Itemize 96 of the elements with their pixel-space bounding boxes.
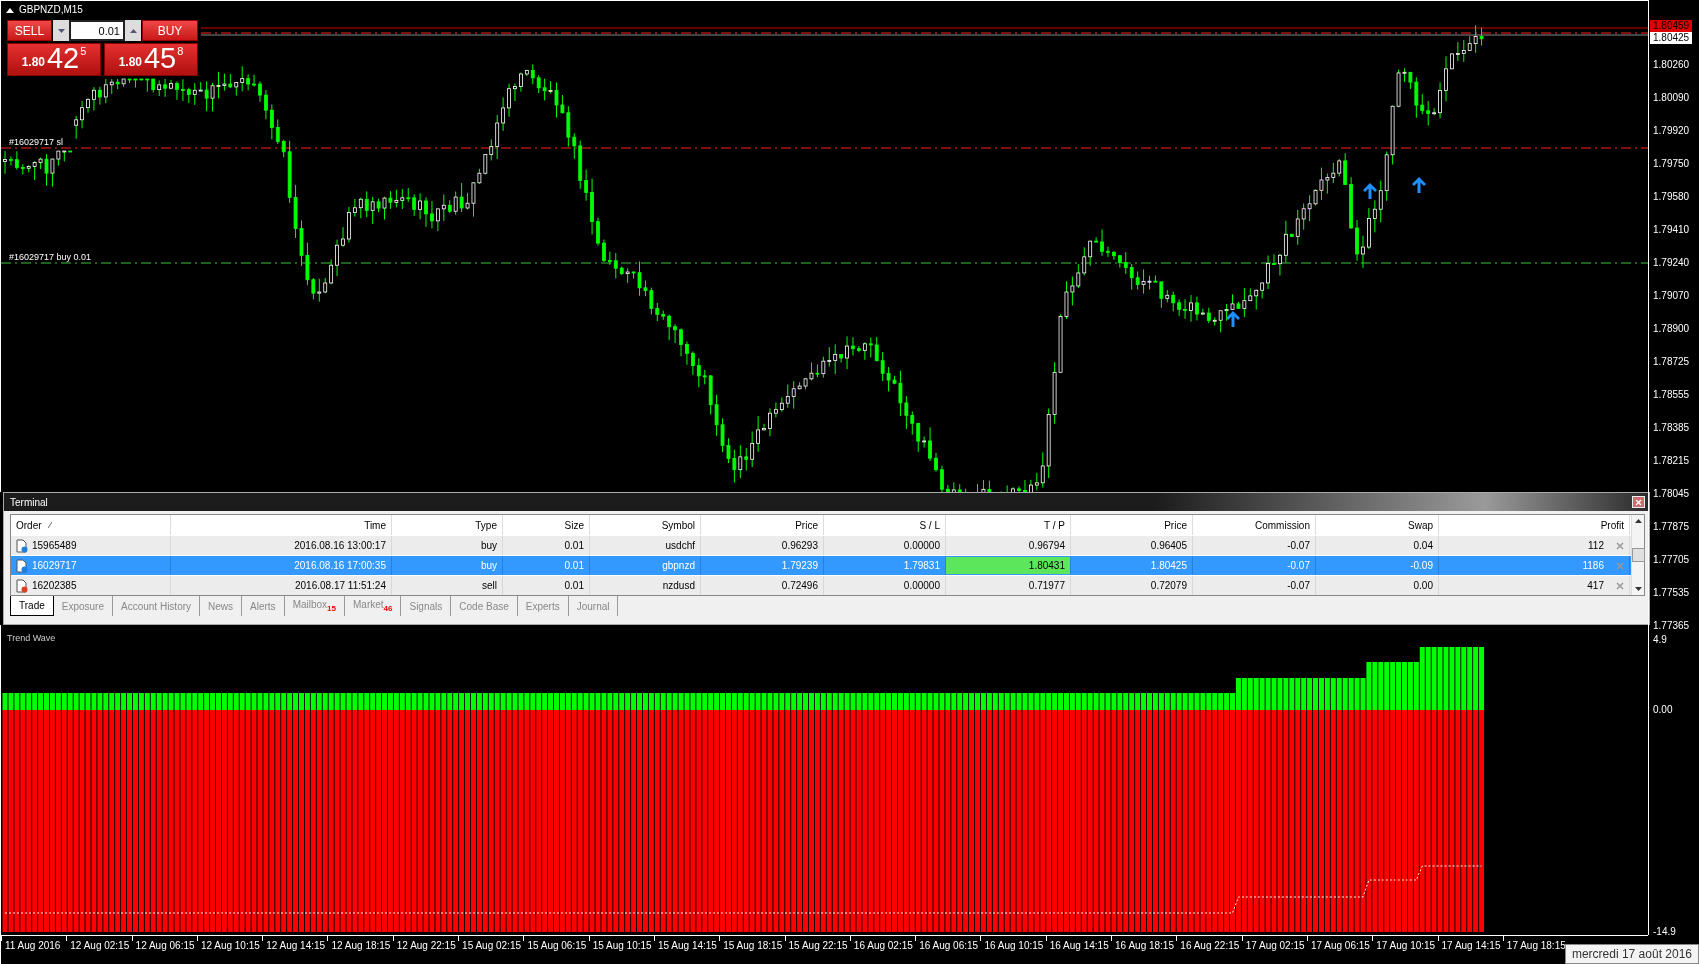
up-arrow-icon [1412,177,1426,193]
indicator-axis-label: 4.9 [1653,634,1667,646]
price-axis-label: 1.79240 [1653,257,1690,269]
price-axis-label: 1.79580 [1653,191,1690,203]
caret-up-icon[interactable] [1634,519,1642,523]
date-tooltip: mercredi 17 août 2016 [1564,944,1699,964]
table-cell: -0.07 [1193,576,1316,595]
terminal-tab[interactable]: Mailbox$_{15}$ [284,596,345,616]
close-button[interactable] [1632,496,1645,508]
price-axis-label: 1.78385 [1653,422,1690,434]
price-axis-label: 1.78555 [1653,389,1690,401]
table-cell: 0.72496 [701,576,824,595]
price-axis-label: 1.77535 [1653,587,1690,599]
indicator-axis-label: 0.00 [1653,704,1673,716]
indicator-name: Trend Wave [7,633,56,643]
indicator-axis-label: -14.9 [1653,926,1676,938]
time-axis-label: 17 Aug 06:15 [1309,939,1370,953]
price-axis-label: 1.77705 [1653,554,1690,566]
time-axis-label: 16 Aug 06:15 [918,939,979,953]
price-axis-label: 1.77365 [1653,620,1690,632]
price-axis-label: 1.80260 [1653,59,1690,71]
price-tag: 1.80425 [1650,32,1693,44]
decrease-button[interactable] [53,20,69,41]
table-cell: 0.00000 [824,576,946,595]
caret-down-icon [57,28,65,33]
candle [169,79,173,90]
up-arrow-icon [1363,183,1377,199]
candle [86,97,90,114]
time-axis-label: 12 Aug 10:15 [199,939,260,953]
table-cell: 0.01 [503,576,590,595]
lot-size-field[interactable]: 0.01 [69,20,125,41]
time-axis-label: 12 Aug 14:15 [265,939,326,953]
time-axis-label: 15 Aug 14:15 [656,939,717,953]
table-cell: 0.72079 [1071,576,1193,595]
time-axis-label: 15 Aug 18:15 [722,939,783,953]
time-axis-label: 17 Aug 14:15 [1440,939,1501,953]
table-cell: 0.71977 [946,576,1071,595]
price-axis-label: 1.79070 [1653,290,1690,302]
order-row[interactable]: 15965489 2016.08.16 13:00:17 buy 0.01 usdchf 0.96293 0.00000 0.96794 0.96405 -0.07 0.04 112 [11,535,1631,555]
terminal-tab[interactable]: Market$_{46}$ [345,596,402,616]
time-axis-label: 15 Aug 10:15 [591,939,652,953]
sort-icon [47,522,52,528]
time-axis-label: 15 Aug 02:15 [461,939,522,953]
price-axis-label: 1.79410 [1653,224,1690,236]
table-cell: sell [392,576,503,595]
terminal-tab[interactable]: Trade [10,596,54,616]
price-axis-label: 1.77875 [1653,521,1690,533]
price-axis-label: 1.78045 [1653,488,1690,500]
order-line-label: #16029717 sl [9,137,64,147]
time-axis-label: 16 Aug 02:15 [852,939,913,953]
collapse-icon[interactable] [6,8,14,13]
increase-button[interactable] [125,20,141,41]
buy-button[interactable]: BUY [142,20,198,41]
candle [175,80,179,101]
price-tag: 1.80459 [1650,20,1693,32]
terminal-title: Terminal [10,496,48,508]
table-cell: 16202385 [11,576,171,595]
table-cell: nzdusd [590,576,701,595]
table-cell: 0.00 [1316,576,1439,595]
price-axis-label: 1.79920 [1653,125,1690,137]
price-axis-label: 1.79750 [1653,158,1690,170]
time-axis-label: 16 Aug 18:15 [1114,939,1174,953]
price-axis-label: 1.78725 [1653,356,1690,368]
time-axis-label: 12 Aug 22:15 [395,939,456,953]
caret-down-icon[interactable] [1634,587,1642,591]
order-row[interactable]: 16202385 2016.08.17 11:51:24 sell 0.01 nzdusd 0.72496 0.00000 0.71977 0.72079 -0.07 0.00 417 [11,575,1631,595]
scrollbar-thumb[interactable] [1631,548,1645,562]
time-axis-label: 16 Aug 22:15 [1179,939,1240,953]
order-icon [16,538,28,553]
order-row[interactable]: 16029717 2016.08.16 17:00:35 buy 0.01 gbpnzd 1.79239 1.79831 1.80431 1.80425 -0.07 -0.09 1186 [11,555,1631,575]
order-icon [16,578,28,593]
table-cell: 417 [1439,576,1630,595]
price-axis-label: 1.80090 [1653,92,1690,104]
time-axis-label: 17 Aug 10:15 [1375,939,1436,953]
order-line-label: #16029717 buy 0.01 [9,252,92,262]
time-axis-label: 15 Aug 22:15 [787,939,848,953]
time-axis-label: 12 Aug 02:15 [69,939,130,953]
caret-up-icon [129,28,137,33]
time-axis-label: 17 Aug 02:15 [1244,939,1305,953]
time-axis-label: 11 Aug 2016 [4,939,61,953]
table-cell: 2016.08.17 11:51:24 [171,576,392,595]
sell-button[interactable]: SELL [7,20,52,41]
time-axis-label: 16 Aug 14:15 [1048,939,1109,953]
time-axis-label: 12 Aug 18:15 [330,939,391,953]
time-axis-label: 15 Aug 06:15 [526,939,587,953]
price-axis-label: 1.78215 [1653,455,1690,467]
table-cell: 1.80431 [946,557,1071,574]
candle [3,150,7,175]
chart-title: GBPNZD,M15 [19,4,83,15]
order-icon [16,558,28,573]
time-axis-label: 17 Aug 18:15 [1505,939,1566,953]
up-arrow-icon [1226,311,1240,327]
time-axis-label: 16 Aug 10:15 [983,939,1044,953]
price-axis-label: 1.78900 [1653,323,1690,335]
time-axis-label: 12 Aug 06:15 [134,939,195,953]
scrollbar[interactable] [1631,515,1644,595]
